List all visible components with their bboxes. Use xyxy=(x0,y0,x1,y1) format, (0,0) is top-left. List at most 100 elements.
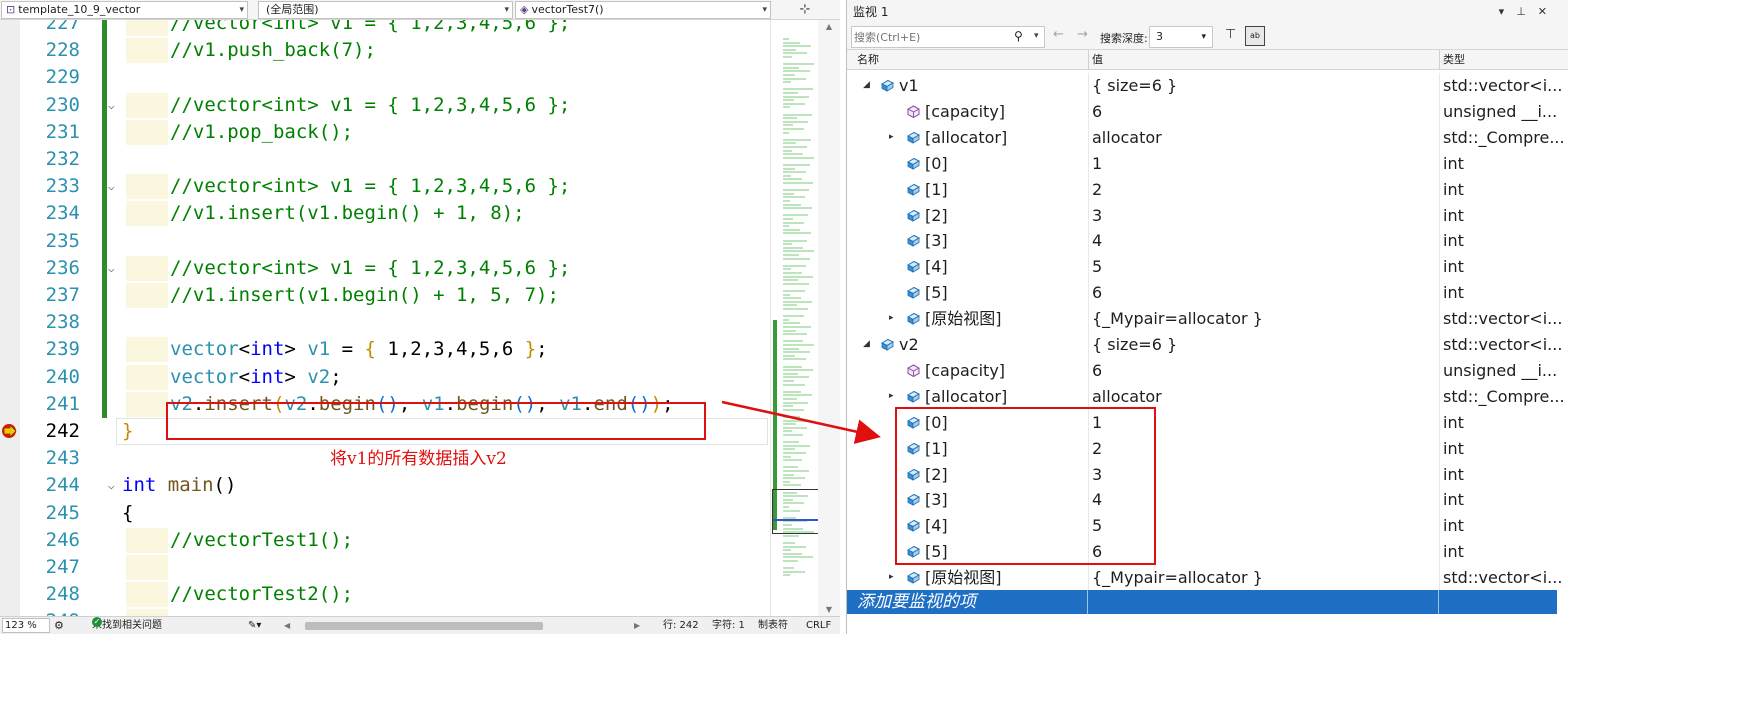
code-token: //v1.push_back(7); xyxy=(170,39,376,62)
expand-triangle-icon[interactable]: ▸ xyxy=(889,384,894,410)
watch-value[interactable]: 6 xyxy=(1092,280,1102,306)
scroll-down-icon[interactable]: ▼ xyxy=(818,605,840,614)
search-icon[interactable]: ⚲ xyxy=(1014,29,1023,43)
code-line[interactable]: 249 xyxy=(0,608,770,616)
code-line[interactable]: 233 ⌵ //vector<int> v1 = { 1,2,3,4,5,6 }; xyxy=(0,173,770,201)
watch-row[interactable]: [capacity] 6 unsigned __i... xyxy=(847,357,1568,384)
watch-row[interactable]: ◢ v2 { size=6 } std::vector<i... xyxy=(847,332,1568,358)
watch-row[interactable]: [2] 3 int xyxy=(847,202,1568,229)
watch-value[interactable]: 4 xyxy=(1092,228,1102,254)
expand-triangle-icon[interactable]: ▸ xyxy=(889,306,894,332)
pin-source-icon[interactable]: ⊤ xyxy=(1225,27,1236,42)
watch-value[interactable]: {_Mypair=allocator } xyxy=(1092,306,1263,332)
scroll-up-icon[interactable]: ▲ xyxy=(818,22,840,31)
code-line[interactable]: 239 vector<int> v1 = { 1,2,3,4,5,6 }; xyxy=(0,336,770,364)
code-line[interactable]: 245 { xyxy=(0,500,770,527)
brush-icon[interactable]: ✎▾ xyxy=(248,617,261,634)
project-dropdown[interactable]: ⊡ template_10_9_vector ▾ xyxy=(1,1,248,19)
dropdown-icon[interactable]: ▾ xyxy=(1499,5,1517,18)
code-line[interactable]: 240 vector<int> v2; xyxy=(0,363,770,391)
fold-chevron-icon[interactable]: ⌵ xyxy=(108,92,115,119)
code-area[interactable]: 227//vector<int> v1 = { 1,2,3,4,5,6 }; 22… xyxy=(0,20,770,616)
code-line[interactable]: 230 ⌵ //vector<int> v1 = { 1,2,3,4,5,6 }; xyxy=(0,91,770,119)
watch-value[interactable]: 6 xyxy=(1092,99,1102,125)
code-line[interactable]: 238 xyxy=(0,309,770,337)
watch-value[interactable]: 1 xyxy=(1092,151,1102,177)
watch-value[interactable]: allocator xyxy=(1092,125,1162,151)
split-editor-button[interactable]: ⊹ xyxy=(796,0,814,20)
watch-row[interactable]: ▸ [原始视图] {_Mypair=allocator } std::vector<i… xyxy=(847,565,1568,590)
char-indicator[interactable]: 字符: 1 xyxy=(712,617,745,634)
watch-row[interactable]: [1] 2 int xyxy=(847,176,1568,203)
fold-chevron-icon[interactable]: ⌵ xyxy=(108,173,115,200)
code-line[interactable]: 227 //vector<int> v1 = { 1,2,3,4,5,6 }; xyxy=(0,20,770,38)
collapse-triangle-icon[interactable]: ◢ xyxy=(863,73,870,99)
code-line[interactable]: 235 xyxy=(0,227,770,255)
watch-row[interactable]: ▸ [原始视图] {_Mypair=allocator } std::vector<i… xyxy=(847,306,1568,333)
close-icon[interactable]: ✕ xyxy=(1538,5,1559,18)
collapse-triangle-icon[interactable]: ◢ xyxy=(863,332,870,358)
minimap[interactable] xyxy=(770,20,838,616)
watch-value[interactable]: { size=6 } xyxy=(1092,73,1177,99)
code-line[interactable]: 232 xyxy=(0,146,770,174)
chevron-down-icon[interactable]: ▾ xyxy=(1034,31,1039,41)
watch-value[interactable]: 5 xyxy=(1092,254,1102,280)
line-indicator[interactable]: 行: 242 xyxy=(663,617,699,634)
zoom-dropdown[interactable]: 123 % xyxy=(2,618,50,633)
eol-indicator[interactable]: CRLF xyxy=(806,617,831,634)
function-dropdown[interactable]: ◈ vectorTest7() ▾ xyxy=(515,1,771,19)
scroll-right-icon[interactable]: ▶ xyxy=(634,617,640,634)
code-line[interactable]: 234 //v1.insert(v1.begin() + 1, 8); xyxy=(0,200,770,228)
search-depth-dropdown[interactable]: 3 ▾ xyxy=(1149,26,1213,48)
hex-display-toggle[interactable]: ab xyxy=(1245,26,1265,46)
tab-indicator[interactable]: 制表符 xyxy=(758,617,788,634)
minimap-line xyxy=(783,326,811,328)
watch-value[interactable]: {_Mypair=allocator } xyxy=(1092,565,1263,590)
watch-value[interactable]: allocator xyxy=(1092,384,1162,410)
code-line[interactable]: 231 //v1.pop_back(); xyxy=(0,118,770,146)
watch-row[interactable]: [3] 4 int xyxy=(847,228,1568,255)
back-arrow-icon[interactable]: ← xyxy=(1053,27,1064,42)
scroll-left-icon[interactable]: ◀ xyxy=(284,617,290,634)
watch-row[interactable]: [5] 6 int xyxy=(847,280,1568,307)
breakpoint-arrow-icon[interactable] xyxy=(1,421,19,441)
indent-guide xyxy=(126,119,168,145)
forward-arrow-icon[interactable]: → xyxy=(1077,27,1088,42)
watch-row[interactable]: [capacity] 6 unsigned __i... xyxy=(847,98,1568,125)
watch-row[interactable]: ▸ [allocator] allocator std::_Compre... xyxy=(847,383,1568,410)
watch-value[interactable]: 6 xyxy=(1092,358,1102,384)
code-line[interactable]: 246 //vectorTest1(); xyxy=(0,527,770,554)
code-line[interactable]: 248 //vectorTest2(); xyxy=(0,581,770,608)
code-line[interactable]: 229 xyxy=(0,64,770,92)
watch-row[interactable]: [4] 5 int xyxy=(847,254,1568,281)
add-watch-row[interactable]: 添加要监视的项 xyxy=(847,590,1557,614)
column-value[interactable]: 值 xyxy=(1092,50,1103,70)
code-line[interactable]: 236 ⌵ //vector<int> v1 = { 1,2,3,4,5,6 }; xyxy=(0,254,770,282)
watch-value[interactable]: { size=6 } xyxy=(1092,332,1177,358)
column-name[interactable]: 名称 xyxy=(857,50,879,70)
issues-indicator[interactable]: ✓ 未找到相关问题 xyxy=(92,617,162,634)
expand-triangle-icon[interactable]: ▸ xyxy=(889,125,894,151)
fold-chevron-icon[interactable]: ⌵ xyxy=(108,255,115,282)
scope-dropdown[interactable]: (全局范围) ▾ xyxy=(258,1,513,19)
minimap-line xyxy=(783,351,810,354)
watch-row[interactable]: [0] 1 int xyxy=(847,150,1568,177)
watch-value[interactable]: 3 xyxy=(1092,203,1102,229)
horizontal-scrollbar-thumb[interactable] xyxy=(305,622,543,630)
search-input[interactable] xyxy=(854,29,1004,45)
code-line[interactable]: 228 //v1.push_back(7); xyxy=(0,37,770,65)
expand-triangle-icon[interactable]: ▸ xyxy=(889,565,894,590)
column-type[interactable]: 类型 xyxy=(1443,50,1465,70)
watch-row[interactable]: ▸ [allocator] allocator std::_Compre... xyxy=(847,124,1568,151)
vertical-scrollbar[interactable]: ▲ ▼ xyxy=(818,20,840,616)
code-line[interactable]: 244 ⌵ int main() xyxy=(0,472,770,499)
pin-icon[interactable]: ⊥ xyxy=(1516,5,1538,18)
copilot-icon[interactable]: ⚙ xyxy=(54,617,64,634)
watch-search-box[interactable]: ⚲ ▾ xyxy=(851,26,1045,48)
minimap-line xyxy=(783,354,795,357)
code-line[interactable]: 247 xyxy=(0,554,770,581)
watch-value[interactable]: 2 xyxy=(1092,177,1102,203)
fold-chevron-icon[interactable]: ⌵ xyxy=(108,472,115,499)
watch-row[interactable]: ◢ v1 { size=6 } std::vector<i... xyxy=(847,73,1568,99)
code-line[interactable]: 237 //v1.insert(v1.begin() + 1, 5, 7); xyxy=(0,282,770,310)
